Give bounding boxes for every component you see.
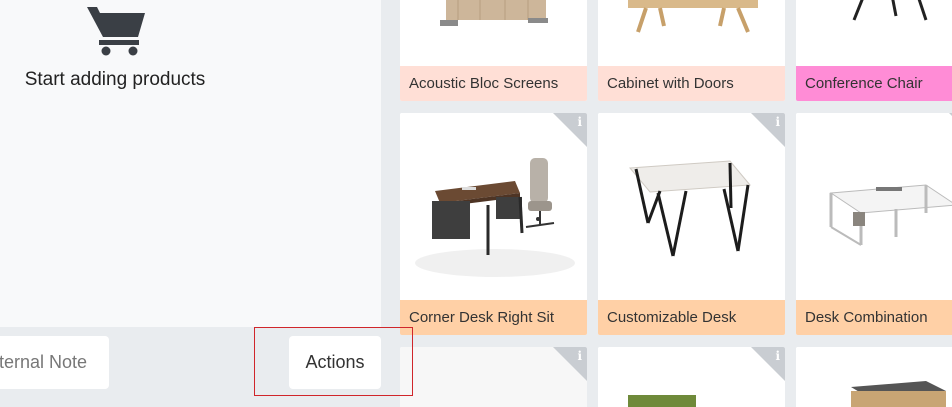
product-name: Cabinet with Doors [598, 66, 785, 101]
product-card[interactable]: Acoustic Bloc Screens [400, 0, 587, 101]
internal-note-button[interactable]: Internal Note [0, 336, 109, 389]
product-card[interactable]: i [598, 347, 785, 407]
product-image [796, 0, 952, 66]
product-name: Corner Desk Right Sit [400, 300, 587, 335]
product-image [400, 0, 587, 66]
product-card[interactable]: i [400, 347, 587, 407]
product-image [796, 347, 952, 407]
product-card[interactable]: i Desk Combination [796, 113, 952, 335]
product-card[interactable]: i Customizable Desk [598, 113, 785, 335]
empty-cart-message: Start adding products [24, 69, 206, 90]
control-buttons-bar: Internal Note Actions [0, 327, 381, 407]
info-icon[interactable]: i [775, 115, 780, 129]
shopping-cart-icon [87, 7, 145, 56]
product-card[interactable]: Conference Chair [796, 0, 952, 101]
product-name: Desk Combination [796, 300, 952, 335]
empty-cart-state: Start adding products [0, 0, 230, 130]
info-icon[interactable]: i [577, 349, 582, 363]
product-card[interactable] [796, 347, 952, 407]
product-name: Acoustic Bloc Screens [400, 66, 587, 101]
product-image [598, 0, 785, 66]
actions-button[interactable]: Actions [289, 336, 381, 389]
product-card[interactable]: i Corner Desk Right Sit [400, 113, 587, 335]
product-image [796, 113, 952, 300]
info-icon[interactable]: i [775, 349, 780, 363]
product-card[interactable]: Cabinet with Doors [598, 0, 785, 101]
product-name: Customizable Desk [598, 300, 785, 335]
product-grid: Acoustic Bloc Screens Cabinet with Doors… [381, 0, 952, 407]
order-pane: Start adding products Internal Note Acti… [0, 0, 381, 407]
info-icon[interactable]: i [577, 115, 582, 129]
product-name: Conference Chair [796, 66, 952, 101]
